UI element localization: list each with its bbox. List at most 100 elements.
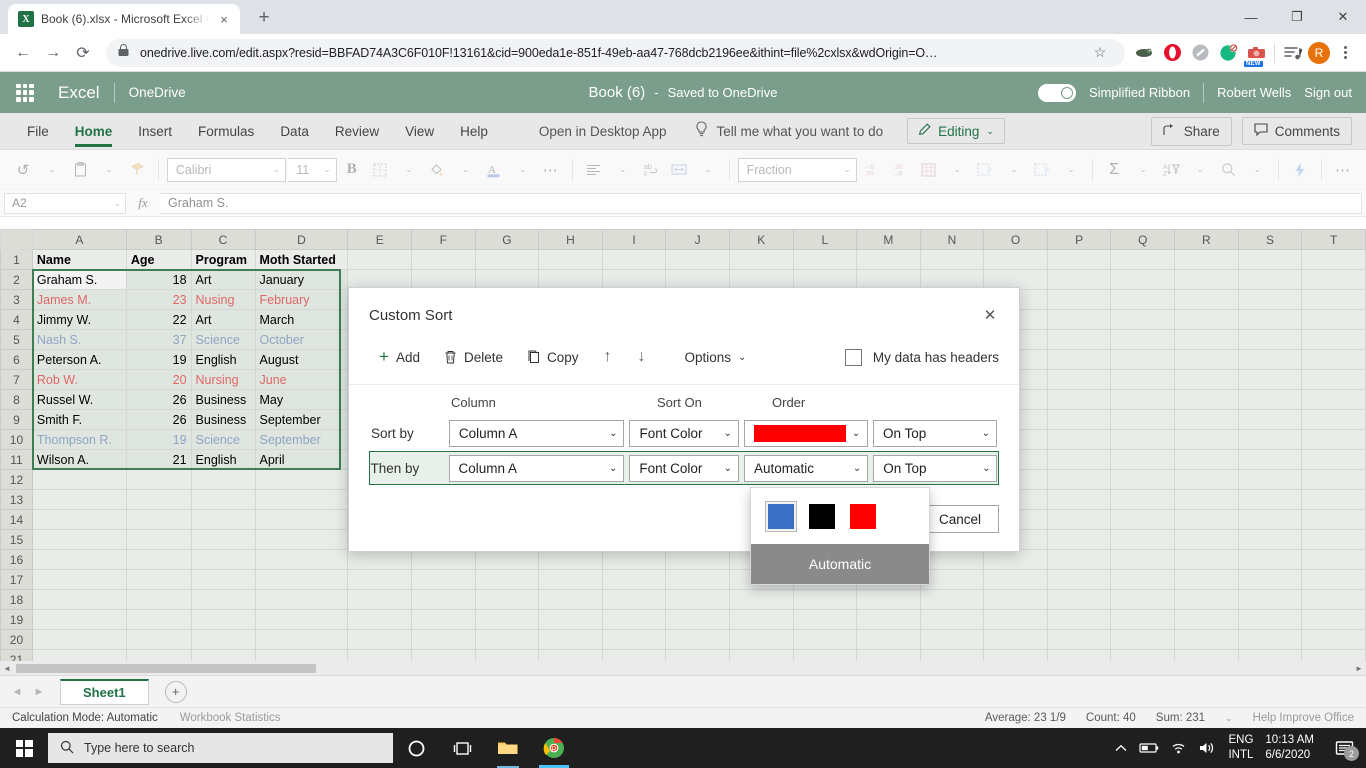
- back-icon[interactable]: ←: [8, 38, 38, 68]
- help-improve-office-link[interactable]: Help Improve Office: [1253, 712, 1354, 724]
- table-row[interactable]: 17: [0, 569, 1366, 590]
- cell-j17[interactable]: [665, 569, 730, 590]
- windows-start-button[interactable]: [0, 728, 48, 768]
- cell-c15[interactable]: [190, 529, 256, 550]
- cell-h19[interactable]: [538, 609, 603, 630]
- forward-icon[interactable]: →: [38, 38, 68, 68]
- cell-o1[interactable]: [983, 249, 1048, 270]
- cell-a17[interactable]: [31, 569, 127, 590]
- cell-e20[interactable]: [347, 629, 413, 650]
- cell-b15[interactable]: [125, 529, 192, 550]
- cell-k18[interactable]: [728, 589, 794, 610]
- battery-icon[interactable]: [1139, 742, 1159, 754]
- cell-e18[interactable]: [347, 589, 413, 610]
- cell-s15[interactable]: [1237, 529, 1303, 550]
- cell-b1[interactable]: Age: [125, 249, 192, 270]
- cell-r2[interactable]: [1174, 269, 1239, 290]
- excel-brand-label[interactable]: Excel: [58, 83, 100, 103]
- increase-decimal-icon[interactable]: ←0.00: [859, 156, 885, 184]
- cell-a8[interactable]: Russel W.: [31, 389, 127, 410]
- bold-button[interactable]: B: [339, 156, 365, 184]
- cell-d2[interactable]: January: [254, 269, 349, 290]
- cell-q17[interactable]: [1110, 569, 1176, 590]
- column-header-j[interactable]: J: [665, 229, 730, 250]
- font-color-chevron-down-icon[interactable]: ⌄: [510, 156, 536, 184]
- table-row[interactable]: 16: [0, 549, 1366, 570]
- cell-q6[interactable]: [1110, 349, 1176, 370]
- cell-m19[interactable]: [856, 609, 921, 630]
- cell-t12[interactable]: [1301, 469, 1366, 490]
- cell-d17[interactable]: [254, 569, 349, 590]
- cell-f20[interactable]: [411, 629, 476, 650]
- table-row[interactable]: 18: [0, 589, 1366, 610]
- cell-t9[interactable]: [1301, 409, 1366, 430]
- cell-p19[interactable]: [1046, 609, 1112, 630]
- cell-b17[interactable]: [125, 569, 192, 590]
- column-header-a[interactable]: A: [31, 229, 127, 250]
- cell-q16[interactable]: [1110, 549, 1176, 570]
- cell-b20[interactable]: [125, 629, 192, 650]
- cell-p15[interactable]: [1046, 529, 1112, 550]
- cell-p6[interactable]: [1046, 349, 1112, 370]
- sort-filter-chevron-down-icon[interactable]: ⌄: [1187, 156, 1213, 184]
- open-in-desktop-app-button[interactable]: Open in Desktop App: [527, 124, 679, 139]
- cell-s2[interactable]: [1237, 269, 1303, 290]
- paste-icon[interactable]: [67, 156, 93, 184]
- cell-i19[interactable]: [601, 609, 667, 630]
- row-header-10[interactable]: 10: [0, 429, 33, 450]
- cell-q3[interactable]: [1110, 289, 1176, 310]
- cell-p10[interactable]: [1046, 429, 1112, 450]
- cell-i16[interactable]: [601, 549, 667, 570]
- cell-t18[interactable]: [1301, 589, 1366, 610]
- downloads-icon[interactable]: [1280, 40, 1306, 66]
- cortana-icon[interactable]: [393, 728, 439, 768]
- cell-r8[interactable]: [1174, 389, 1239, 410]
- cell-styles-chevron-down-icon[interactable]: ⌄: [1058, 156, 1084, 184]
- cell-t5[interactable]: [1301, 329, 1366, 350]
- cell-e1[interactable]: [347, 249, 413, 270]
- cell-o19[interactable]: [983, 609, 1048, 630]
- cell-c20[interactable]: [190, 629, 256, 650]
- cell-s14[interactable]: [1237, 509, 1303, 530]
- font-color-dropdown-popup[interactable]: Automatic: [750, 487, 930, 585]
- add-sheet-button[interactable]: +: [164, 680, 187, 703]
- black-swatch-option[interactable]: [806, 501, 838, 532]
- column-header-c[interactable]: C: [190, 229, 256, 250]
- borders-chevron-down-icon[interactable]: ⌄: [396, 156, 422, 184]
- undo-chevron-down-icon[interactable]: ⌄: [39, 156, 65, 184]
- cell-c9[interactable]: Business: [190, 409, 256, 430]
- then-by-position-select[interactable]: On Top ⌄: [873, 454, 998, 482]
- cell-r19[interactable]: [1174, 609, 1239, 630]
- column-header-i[interactable]: I: [601, 229, 667, 250]
- row-header-2[interactable]: 2: [0, 269, 33, 290]
- column-header-n[interactable]: N: [919, 229, 985, 250]
- cell-p4[interactable]: [1046, 309, 1112, 330]
- cell-g19[interactable]: [474, 609, 540, 630]
- cell-p14[interactable]: [1046, 509, 1112, 530]
- cell-q2[interactable]: [1110, 269, 1176, 290]
- cell-r3[interactable]: [1174, 289, 1239, 310]
- cell-styles-icon[interactable]: [1029, 156, 1055, 184]
- cell-s11[interactable]: [1237, 449, 1303, 470]
- then-by-order-select[interactable]: Automatic ⌄: [744, 454, 869, 482]
- maximize-window-button[interactable]: ❐: [1274, 0, 1320, 34]
- cell-q4[interactable]: [1110, 309, 1176, 330]
- row-header-1[interactable]: 1: [0, 249, 33, 270]
- cancel-button[interactable]: Cancel: [921, 505, 999, 533]
- cell-p7[interactable]: [1046, 369, 1112, 390]
- cell-a14[interactable]: [31, 509, 127, 530]
- cell-c6[interactable]: English: [190, 349, 256, 370]
- volume-icon[interactable]: [1199, 741, 1216, 755]
- cell-j19[interactable]: [665, 609, 730, 630]
- chrome-icon[interactable]: R: [531, 728, 577, 768]
- prev-sheet-icon[interactable]: ◄: [6, 681, 28, 703]
- simplified-ribbon-toggle[interactable]: [1037, 83, 1076, 102]
- cell-t2[interactable]: [1301, 269, 1366, 290]
- column-header-h[interactable]: H: [538, 229, 603, 250]
- cell-a6[interactable]: Peterson A.: [31, 349, 127, 370]
- column-header-e[interactable]: E: [347, 229, 413, 250]
- row-header-5[interactable]: 5: [0, 329, 33, 350]
- cell-c13[interactable]: [190, 489, 256, 510]
- table-row[interactable]: 20: [0, 629, 1366, 650]
- cell-p9[interactable]: [1046, 409, 1112, 430]
